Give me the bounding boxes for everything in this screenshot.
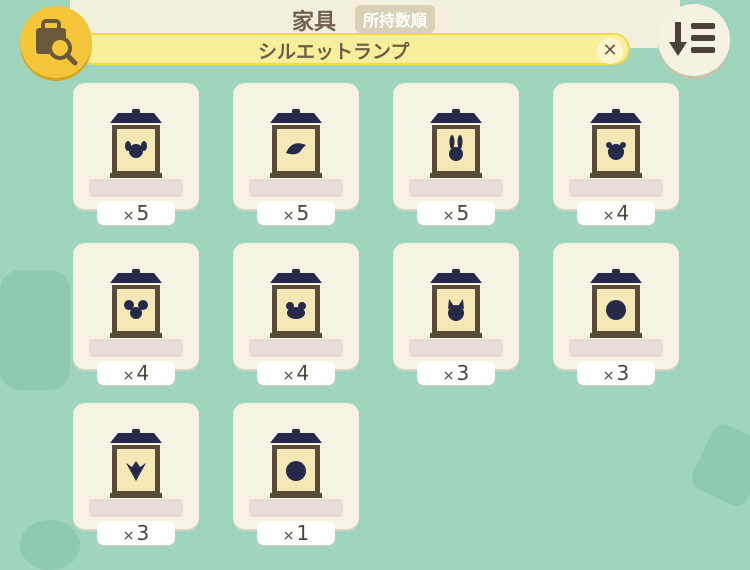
item-count: × 3 xyxy=(577,361,655,385)
sort-descending-icon xyxy=(669,22,715,56)
gorilla-face-silhouette xyxy=(286,461,306,481)
sort-button[interactable] xyxy=(658,4,730,76)
item-count: × 3 xyxy=(97,521,175,545)
item-count: × 5 xyxy=(417,201,495,225)
item-tile[interactable]: × 5 xyxy=(73,83,199,225)
silhouette-lamp-icon xyxy=(110,269,162,338)
background-blob-bottom xyxy=(20,520,80,570)
clear-search-button[interactable]: ✕ xyxy=(597,38,623,64)
item-tile[interactable]: × 4 xyxy=(553,83,679,225)
search-query-text: シルエットランプ xyxy=(258,41,410,63)
item-tile[interactable]: × 4 xyxy=(233,243,359,385)
sort-order-badge[interactable]: 所持数順 xyxy=(355,5,436,33)
item-count: × 4 xyxy=(577,201,655,225)
item-tile[interactable]: × 5 xyxy=(233,83,359,225)
bag-search-icon xyxy=(36,19,78,66)
item-count: × 4 xyxy=(257,361,335,385)
search-button[interactable] xyxy=(20,6,92,78)
silhouette-lamp-icon xyxy=(110,429,162,498)
background-blob-right xyxy=(688,420,750,510)
item-count: × 3 xyxy=(417,361,495,385)
background-blob-left xyxy=(0,270,70,390)
item-count: × 1 xyxy=(257,521,335,545)
item-count: × 5 xyxy=(97,201,175,225)
item-tile[interactable]: × 3 xyxy=(73,403,199,545)
item-count: × 5 xyxy=(257,201,335,225)
silhouette-lamp-icon xyxy=(590,269,642,338)
silhouette-lamp-icon xyxy=(270,269,322,338)
silhouette-lamp-icon xyxy=(270,109,322,178)
silhouette-lamp-icon xyxy=(430,269,482,338)
item-tile[interactable]: × 5 xyxy=(393,83,519,225)
silhouette-lamp-icon xyxy=(430,109,482,178)
item-tile[interactable]: × 4 xyxy=(73,243,199,385)
silhouette-lamp-icon xyxy=(270,429,322,498)
item-count: × 4 xyxy=(97,361,175,385)
sheep-face-silhouette xyxy=(606,300,626,320)
item-tile[interactable]: × 3 xyxy=(553,243,679,385)
category-title: 家具 xyxy=(292,10,337,35)
silhouette-lamp-icon xyxy=(110,109,162,178)
item-tile[interactable]: × 1 xyxy=(233,403,359,545)
silhouette-lamp-icon xyxy=(590,109,642,178)
item-tile[interactable]: × 3 xyxy=(393,243,519,385)
